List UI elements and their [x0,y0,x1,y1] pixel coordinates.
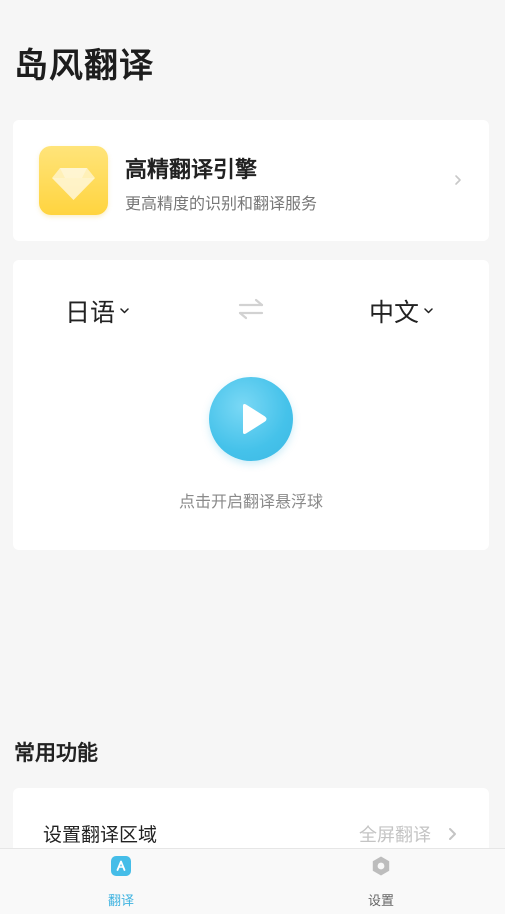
nav-label-settings: 设置 [367,894,394,909]
feature-label: 设置翻译区域 [43,824,158,846]
diamond-icon [39,146,108,215]
feature-value: 全屏翻译 [359,825,431,846]
premium-title: 高精翻译引擎 [125,158,258,183]
chevron-down-icon [424,308,433,314]
chevron-right-icon [449,828,456,840]
source-language-label: 日语 [65,298,116,327]
chevron-right-icon [455,175,461,185]
play-icon [243,404,267,434]
gear-icon [372,856,390,876]
swap-icon[interactable] [236,296,266,322]
premium-card[interactable]: 高精翻译引擎 更高精度的识别和翻译服务 [13,120,489,241]
nav-item-translate[interactable]: 翻译 [61,849,181,914]
start-floating-ball-button[interactable] [209,377,293,461]
nav-label-translate: 翻译 [107,894,134,909]
nav-item-settings[interactable]: 设置 [321,849,441,914]
section-title: 常用功能 [14,741,98,765]
translate-card: 日语 中文 点击开启翻译悬浮球 [13,260,489,550]
app-title: 岛风翻译 [14,46,154,86]
list-item-translation-area[interactable]: 设置翻译区域 全屏翻译 [13,818,489,848]
chevron-down-icon [120,308,129,314]
target-language-selector[interactable]: 中文 [369,293,433,329]
bottom-nav: 翻译 设置 [0,848,505,914]
translate-icon [111,856,131,876]
floating-ball-hint: 点击开启翻译悬浮球 [178,492,323,511]
source-language-selector[interactable]: 日语 [65,293,129,329]
premium-subtitle: 更高精度的识别和翻译服务 [125,194,318,213]
target-language-label: 中文 [369,298,420,327]
